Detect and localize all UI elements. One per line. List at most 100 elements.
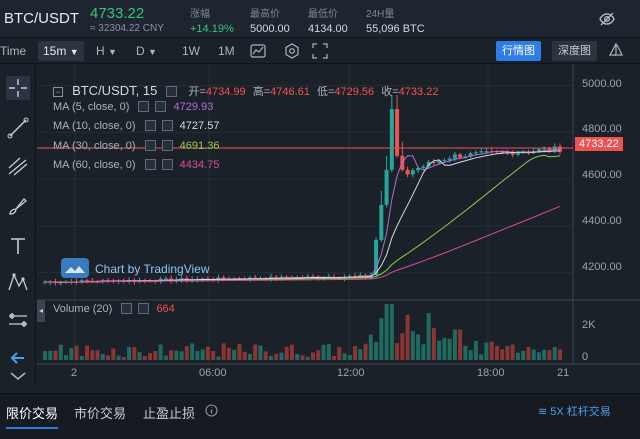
leverage-link[interactable]: ≋ 5X 杠杆交易 — [538, 403, 611, 419]
settings-icon[interactable] — [166, 86, 178, 97]
volume-bar — [79, 356, 84, 360]
pane-collapse-handle[interactable]: ◂ — [37, 300, 45, 322]
volume-bar — [190, 343, 195, 360]
volume-bar — [169, 350, 174, 360]
volume-bar — [116, 355, 121, 360]
volume-bar — [447, 338, 452, 360]
settings-icon[interactable] — [144, 120, 156, 131]
volume-bar — [547, 350, 552, 360]
fib-icon[interactable] — [6, 154, 30, 178]
volume-bar — [289, 344, 294, 360]
candle-body — [395, 109, 400, 156]
volume-bar — [284, 346, 289, 360]
volume-bar — [384, 304, 389, 360]
volume-bar — [342, 353, 347, 360]
time-tick: 12:00 — [337, 367, 365, 379]
brush-icon[interactable] — [6, 194, 30, 218]
volume-bar — [121, 357, 126, 360]
stat-label: 涨幅 — [190, 9, 210, 20]
volume-bar — [242, 351, 247, 360]
volume-bar — [510, 344, 515, 360]
stat-volume: 24H量 55,096 BTC — [366, 5, 425, 35]
settings-icon[interactable] — [144, 140, 156, 151]
tab-depth[interactable]: 深度图 — [552, 41, 597, 61]
pair-title[interactable]: BTC/USDT — [4, 10, 79, 27]
volume-bar — [232, 349, 237, 360]
volume-bar — [557, 349, 562, 360]
ma-label: MA (10, close, 0) — [53, 120, 136, 132]
volume-bar — [458, 329, 463, 360]
settings-icon[interactable] — [138, 101, 150, 112]
volume-bar — [258, 345, 263, 360]
settings-icon[interactable] — [121, 303, 133, 314]
stat-value: +14.19% — [190, 23, 234, 35]
tab-limit-order[interactable]: 限价交易 — [6, 403, 59, 429]
ma-legend-60: MA (60, close, 0) 4434.75 — [53, 159, 219, 171]
volume-bar — [74, 345, 79, 360]
candle-body — [384, 169, 389, 205]
stat-value: 4134.00 — [308, 23, 348, 35]
interval-week[interactable]: 1W — [182, 44, 200, 58]
volume-bar — [473, 340, 478, 360]
volume-bar — [311, 352, 315, 360]
fullscreen-icon[interactable] — [312, 43, 328, 59]
measure-icon[interactable] — [6, 308, 30, 332]
volume-bar — [505, 346, 510, 360]
close-value: 4733.22 — [398, 86, 439, 98]
volume-tick: 0 — [582, 351, 589, 363]
close-icon[interactable] — [161, 120, 173, 131]
pattern-icon[interactable] — [6, 270, 30, 294]
volume-bar — [431, 327, 436, 360]
volume-bar — [395, 343, 400, 360]
text-icon[interactable] — [6, 234, 30, 258]
indicators-icon[interactable] — [250, 44, 266, 58]
interval-label: 15m — [43, 44, 67, 58]
interval-day[interactable]: D ▼ — [136, 44, 157, 58]
close-icon[interactable] — [155, 101, 167, 112]
close-icon[interactable] — [138, 303, 150, 314]
volume-bar — [421, 344, 426, 360]
settings-icon[interactable] — [284, 43, 300, 59]
eye-off-icon[interactable] — [598, 10, 616, 28]
volume-bar — [363, 343, 368, 360]
volume-bar — [279, 352, 284, 360]
volume-bar — [137, 352, 142, 360]
tab-stop-order[interactable]: 止盈止损 — [143, 403, 195, 422]
collapse-icon[interactable]: − — [53, 87, 63, 97]
ohlc-legend: − BTC/USDT, 15 开=4734.99 高=4746.61 低=472… — [53, 83, 438, 99]
stat-change: 涨幅 +14.19% — [190, 5, 234, 35]
volume-bar — [200, 349, 205, 360]
volume-value: 664 — [156, 303, 175, 315]
ma-legend-5: MA (5, close, 0) 4729.93 — [53, 101, 213, 113]
candle-body — [542, 148, 547, 150]
volume-bar — [400, 333, 405, 360]
volume-bar — [211, 350, 216, 360]
crosshair-icon[interactable] — [6, 76, 30, 100]
volume-bar — [226, 347, 231, 360]
volume-bar — [142, 356, 147, 360]
tab-kline[interactable]: 行情图 — [496, 41, 541, 61]
tab-market-order[interactable]: 市价交易 — [74, 403, 126, 422]
trend-line-icon[interactable] — [6, 116, 30, 140]
volume-bar — [531, 349, 536, 360]
settings-icon[interactable] — [144, 159, 156, 170]
volume-bar — [305, 356, 310, 360]
info-icon[interactable] — [205, 404, 218, 417]
price-tick: 5000.00 — [582, 78, 622, 90]
time-tick: 06:00 — [199, 367, 227, 379]
volume-bar — [163, 355, 168, 360]
price-chart[interactable]: − BTC/USDT, 15 开=4734.99 高=4746.61 低=472… — [37, 64, 640, 386]
ticker-header: BTC/USDT 4733.22 ≈ 32304.22 CNY 涨幅 +14.1… — [0, 0, 640, 38]
last-price: 4733.22 — [90, 5, 145, 22]
chevron-down-icon[interactable] — [6, 364, 30, 388]
volume-bar — [416, 334, 421, 360]
close-icon[interactable] — [161, 159, 173, 170]
interval-hour[interactable]: H ▼ — [96, 44, 117, 58]
high-value: 4746.61 — [270, 86, 310, 98]
interval-month[interactable]: 1M — [218, 44, 235, 58]
leverage-icon: ≋ — [538, 406, 551, 418]
interval-selector[interactable]: 15m ▼ — [38, 41, 84, 61]
close-icon[interactable] — [161, 140, 173, 151]
tradingview-watermark[interactable]: Chart by TradingView — [61, 258, 210, 278]
stat-value: 55,096 BTC — [366, 23, 425, 35]
